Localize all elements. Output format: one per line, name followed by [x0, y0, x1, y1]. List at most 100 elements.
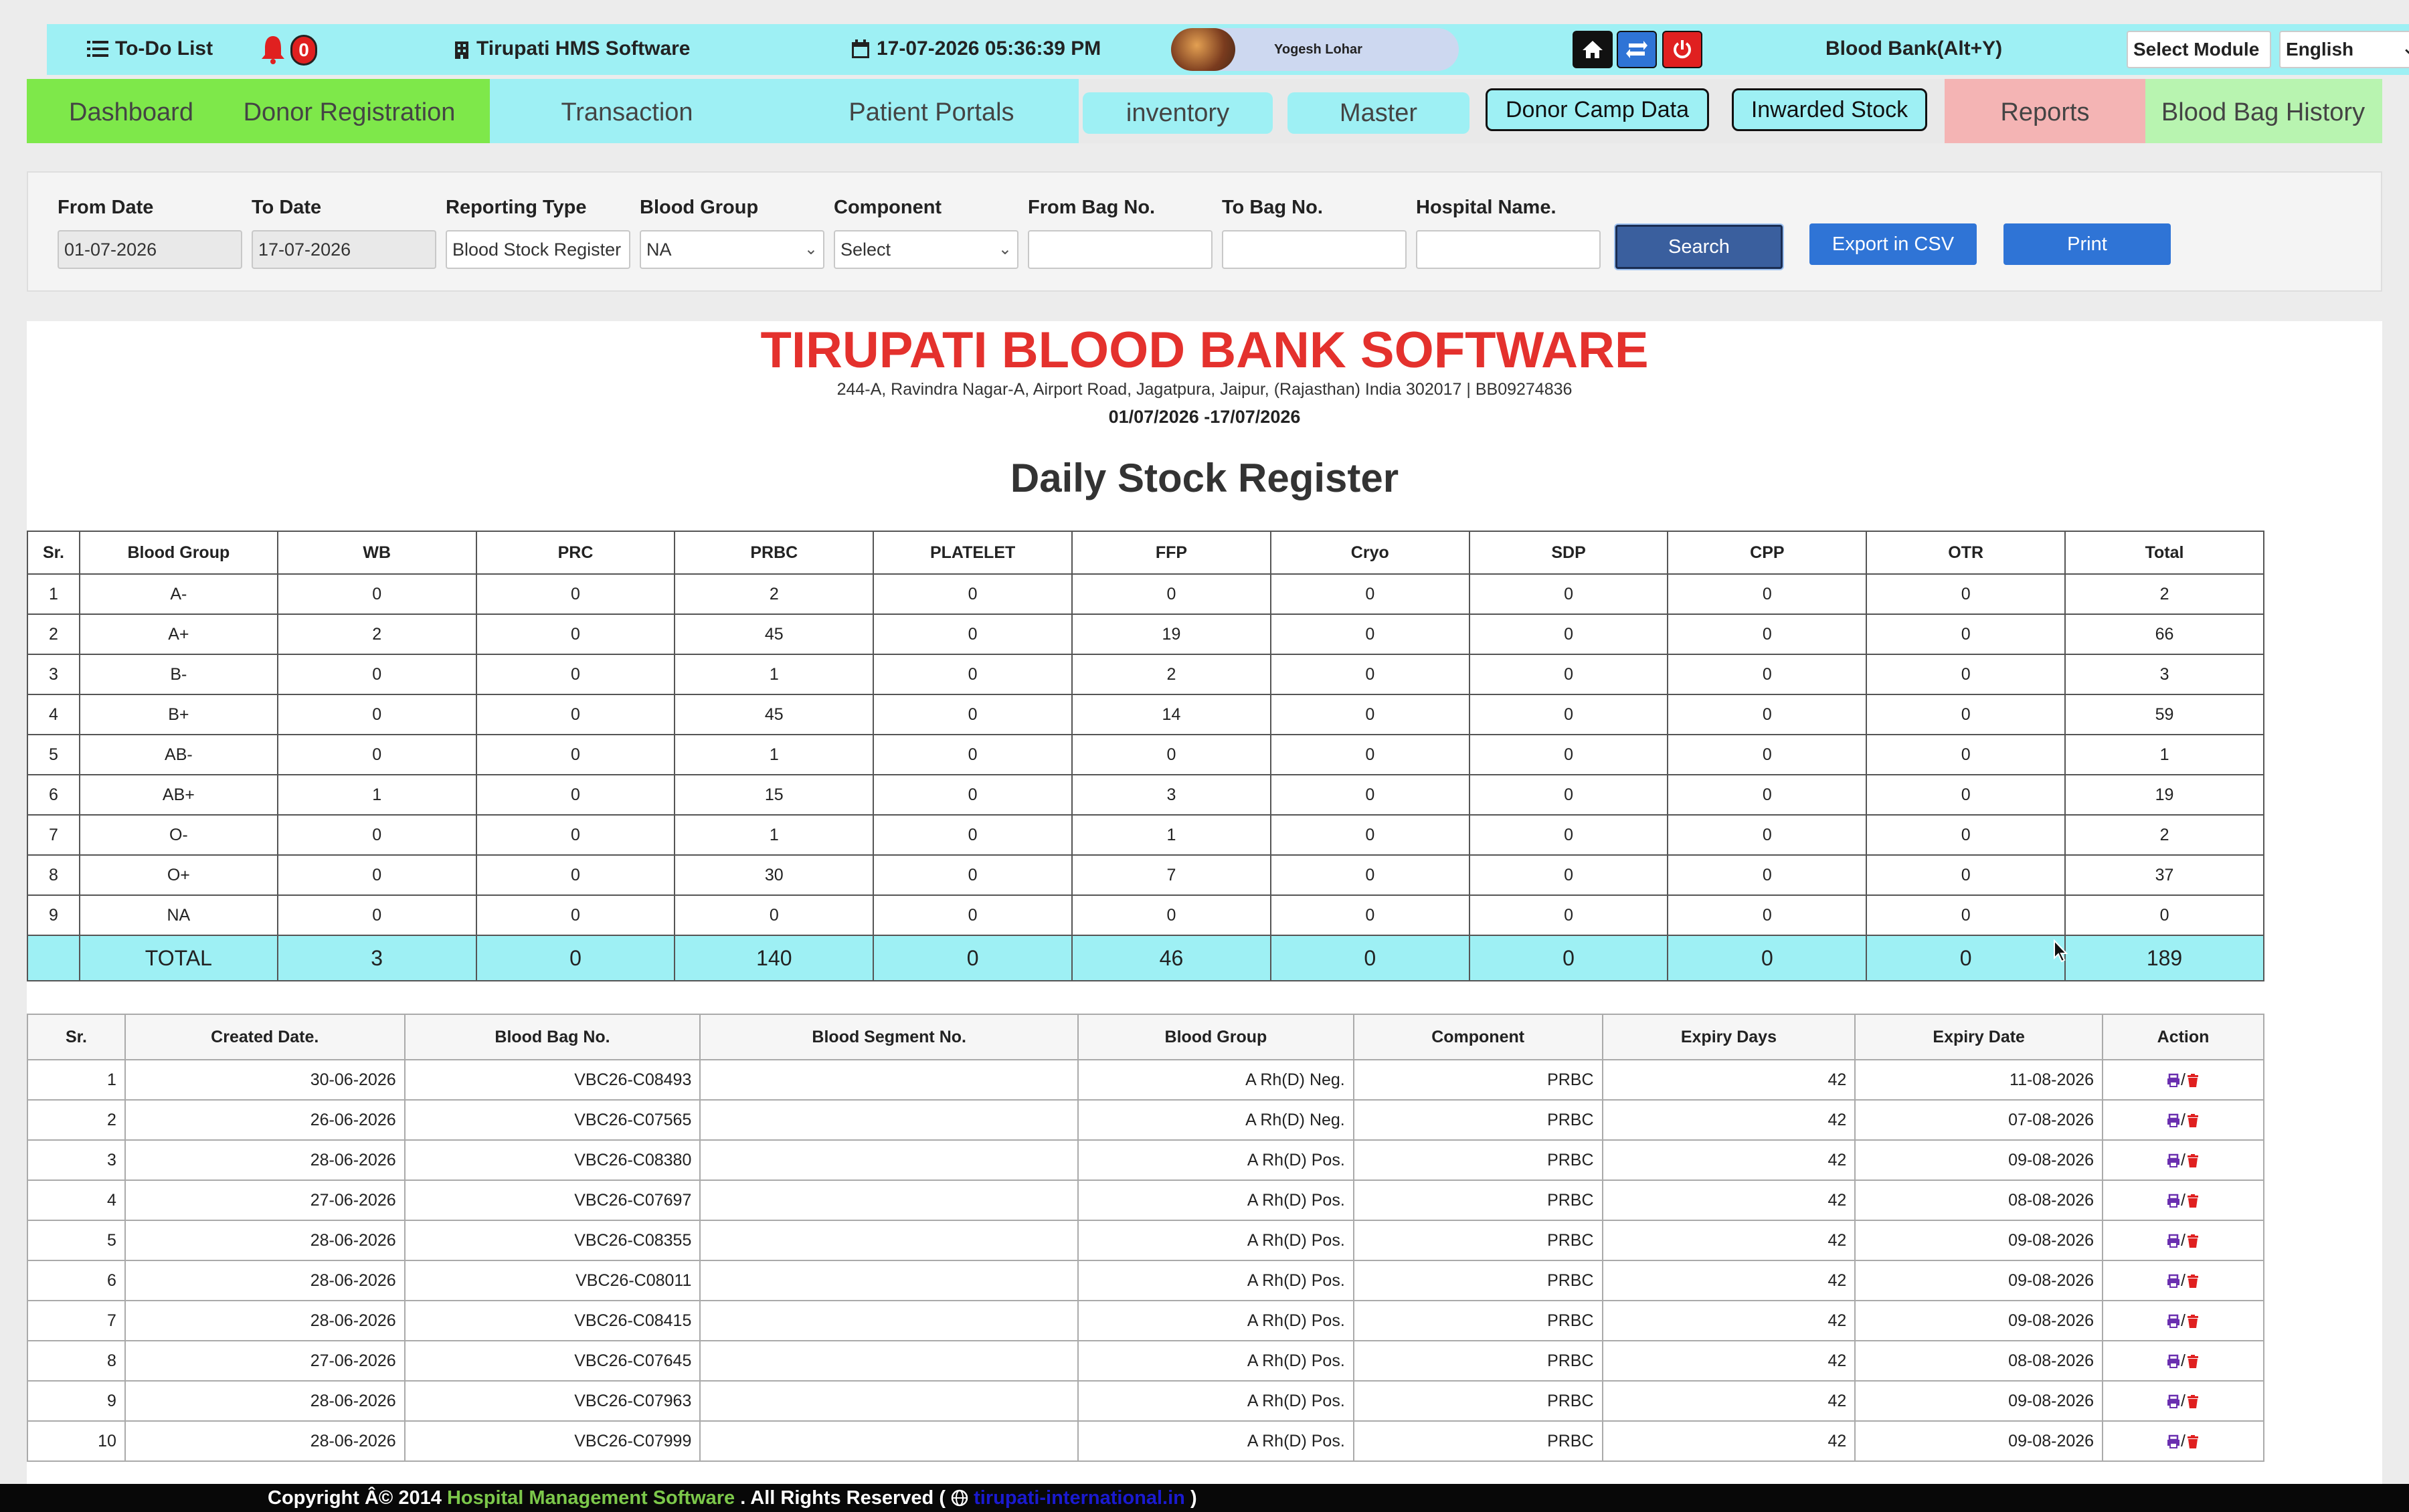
stock-cell: 0	[1269, 613, 1470, 655]
blood-group-select[interactable]: NA ⌄	[640, 230, 824, 269]
stock-cell: 45	[674, 694, 875, 735]
nav-transaction[interactable]: Transaction	[497, 91, 757, 134]
bag-cell: VBC26-C07963	[404, 1380, 701, 1422]
stock-cell: 37	[2064, 854, 2264, 896]
bag-cell: VBC26-C07999	[404, 1420, 701, 1462]
stock-cell: 0	[276, 734, 477, 775]
nav-master[interactable]: Master	[1287, 92, 1469, 134]
trash-icon[interactable]	[2185, 1234, 2200, 1248]
stock-col-header: WB	[276, 531, 477, 575]
print-icon[interactable]	[2166, 1354, 2181, 1369]
action-separator: /	[2181, 1070, 2185, 1089]
print-icon[interactable]	[2166, 1194, 2181, 1208]
bags-col-header: Blood Group	[1077, 1014, 1354, 1060]
hospital-input[interactable]	[1416, 230, 1601, 269]
stock-cell: 0	[1269, 854, 1470, 896]
stock-cell: 0	[1667, 854, 1868, 896]
component-select[interactable]: Select ⌄	[834, 230, 1018, 269]
nav-group-camp: Donor Camp Data	[1478, 79, 1721, 143]
stock-cell: 0	[1269, 654, 1470, 695]
print-icon[interactable]	[2166, 1274, 2181, 1289]
stock-cell: 19	[1071, 613, 1271, 655]
to-bag-input[interactable]	[1222, 230, 1407, 269]
bag-cell: 42	[1601, 1380, 1856, 1422]
stock-cell: 0	[1866, 694, 2066, 735]
stock-cell: 45	[674, 613, 875, 655]
stock-total-cell: 0	[1269, 935, 1470, 981]
from-bag-input[interactable]	[1028, 230, 1213, 269]
logout-button[interactable]	[1662, 31, 1702, 68]
nav-blood-bag-history[interactable]: Blood Bag History	[2149, 91, 2377, 134]
todo-list-link[interactable]: To-Do List	[87, 37, 213, 60]
blood-bags-table: Sr. Created Date. Blood Bag No. Blood Segme…	[27, 1014, 2264, 1462]
bag-row: 3 28-06-2026 VBC26-C08380 A Rh(D) Pos. PRBC 4…	[27, 1139, 2264, 1181]
bag-cell: 2	[27, 1099, 126, 1141]
stock-cell: 3	[27, 654, 80, 695]
nav-reports[interactable]: Reports	[1951, 91, 2139, 134]
nav-donor-camp-data[interactable]: Donor Camp Data	[1486, 88, 1709, 131]
nav-donor-registration[interactable]: Donor Registration	[222, 91, 476, 134]
bag-cell: A Rh(D) Pos.	[1077, 1220, 1354, 1261]
bag-cell: VBC26-C07565	[404, 1099, 701, 1141]
stock-cell: B+	[78, 694, 278, 735]
search-button[interactable]: Search	[1615, 225, 1783, 269]
trash-icon[interactable]	[2185, 1314, 2200, 1329]
chevron-down-icon: ⌄	[804, 240, 818, 258]
footer-close: )	[1190, 1487, 1197, 1509]
trash-icon[interactable]	[2185, 1394, 2200, 1409]
notification-badge[interactable]: 0	[290, 35, 317, 66]
print-button[interactable]: Print	[2003, 223, 2171, 265]
stock-cell: 0	[1269, 694, 1470, 735]
trash-icon[interactable]	[2185, 1153, 2200, 1168]
print-icon[interactable]	[2166, 1394, 2181, 1409]
bag-cell: 42	[1601, 1139, 1856, 1181]
stock-cell: 0	[1468, 654, 1669, 695]
stock-cell: 1	[276, 774, 477, 816]
trash-icon[interactable]	[2185, 1434, 2200, 1449]
print-icon[interactable]	[2166, 1073, 2181, 1088]
print-icon[interactable]	[2166, 1314, 2181, 1329]
bag-cell: 28-06-2026	[124, 1420, 406, 1462]
footer-website-link[interactable]: tirupati-international.in	[974, 1487, 1185, 1509]
bag-cell: 07-08-2026	[1854, 1099, 2104, 1141]
print-icon[interactable]	[2166, 1434, 2181, 1449]
footer-software-link[interactable]: Hospital Management Software	[447, 1487, 735, 1509]
bell-icon[interactable]	[260, 33, 286, 64]
home-button[interactable]	[1573, 31, 1613, 68]
nav-group-green: Dashboard Donor Registration	[27, 79, 490, 143]
module-select[interactable]: Select Module	[2127, 31, 2271, 68]
action-separator: /	[2181, 1190, 2185, 1210]
action-separator: /	[2181, 1110, 2185, 1129]
stock-cell: 1	[674, 814, 875, 856]
trash-icon[interactable]	[2185, 1113, 2200, 1128]
language-select[interactable]: English ⌄	[2279, 31, 2409, 68]
stock-cell: 0	[475, 573, 676, 615]
switch-button[interactable]	[1617, 31, 1657, 68]
nav-dashboard[interactable]: Dashboard	[37, 91, 225, 134]
user-profile[interactable]: Yogesh Lohar	[1171, 28, 1459, 71]
stock-total-cell: 46	[1071, 935, 1271, 981]
trash-icon[interactable]	[2185, 1354, 2200, 1369]
print-icon[interactable]	[2166, 1234, 2181, 1248]
nav-inventory[interactable]: inventory	[1083, 92, 1273, 134]
stock-cell: 7	[27, 814, 80, 856]
to-date-input[interactable]: 17-07-2026	[252, 230, 436, 269]
action-separator: /	[2181, 1270, 2185, 1290]
nav-patient-portals[interactable]: Patient Portals	[798, 91, 1065, 134]
stock-cell: 0	[1468, 894, 1669, 936]
print-icon[interactable]	[2166, 1153, 2181, 1168]
stock-cell: 0	[1866, 734, 2066, 775]
bag-cell: A Rh(D) Pos.	[1077, 1260, 1354, 1301]
user-name: Yogesh Lohar	[1274, 41, 1362, 57]
print-icon[interactable]	[2166, 1113, 2181, 1128]
export-csv-button[interactable]: Export in CSV	[1809, 223, 1977, 265]
bag-actions: /	[2102, 1220, 2264, 1261]
nav-inwarded-stock[interactable]: Inwarded Stock	[1732, 88, 1927, 131]
trash-icon[interactable]	[2185, 1073, 2200, 1088]
from-date-input[interactable]: 01-07-2026	[58, 230, 242, 269]
trash-icon[interactable]	[2185, 1194, 2200, 1208]
stock-col-header: Cryo	[1269, 531, 1470, 575]
reporting-type-select[interactable]: Blood Stock Register	[446, 230, 630, 269]
bag-cell: PRBC	[1352, 1380, 1603, 1422]
trash-icon[interactable]	[2185, 1274, 2200, 1289]
